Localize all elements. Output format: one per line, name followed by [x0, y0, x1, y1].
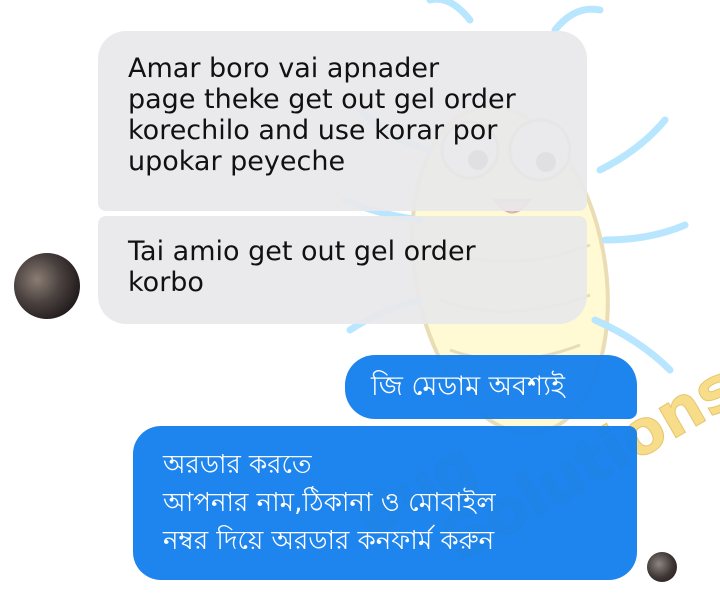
- message-text-line: নম্বর দিয়ে অরডার কনফার্ম করুন: [163, 526, 495, 556]
- outgoing-message-bubble[interactable]: অরডার করতে আপনার নাম,ঠিকানা ও মোবাইল নম্…: [133, 426, 637, 580]
- incoming-message-bubble[interactable]: Amar boro vai apnader page theke get out…: [98, 31, 587, 211]
- sender-avatar[interactable]: [14, 253, 80, 319]
- outgoing-message-bubble[interactable]: জি মেডাম অবশ্যই: [345, 355, 637, 419]
- message-text-line: আপনার নাম,ঠিকানা ও মোবাইল: [163, 488, 496, 518]
- message-text-line: Amar boro vai apnader: [128, 53, 440, 84]
- message-text-line: জি মেডাম অবশ্যই: [371, 371, 565, 402]
- message-text-line: korechilo and use korar por: [128, 115, 498, 146]
- message-text-line: Tai amio get out gel order: [128, 236, 476, 267]
- message-text-line: page theke get out gel order: [128, 84, 516, 115]
- message-text-line: upokar peyeche: [128, 146, 346, 177]
- message-text-line: অরডার করতে: [163, 450, 312, 480]
- seen-receipt-avatar: [647, 552, 677, 582]
- message-text-line: korbo: [128, 267, 204, 298]
- incoming-message-bubble[interactable]: Tai amio get out gel order korbo: [98, 216, 587, 324]
